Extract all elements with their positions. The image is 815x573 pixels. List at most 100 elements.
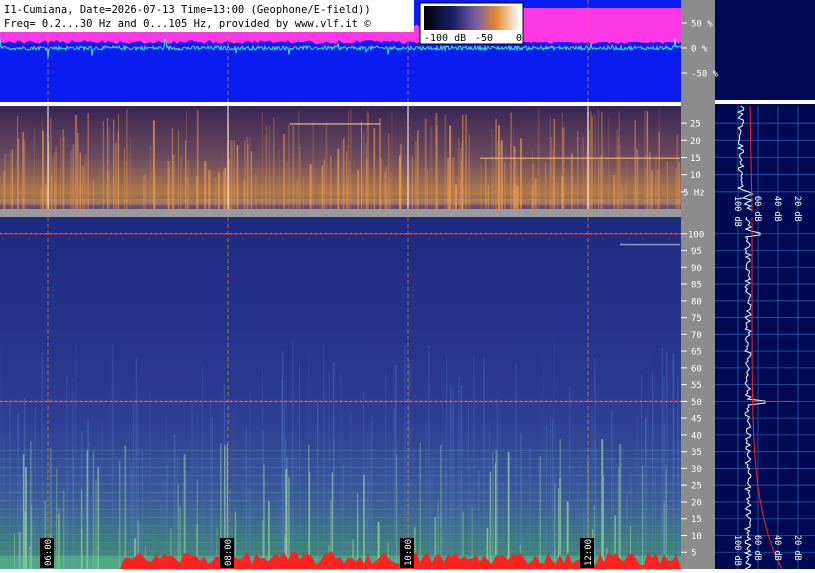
- spectrogram-streak: [297, 111, 300, 209]
- spectrogram-streak: [67, 471, 69, 569]
- high-freq-tick-label: 85: [691, 281, 702, 291]
- spectrogram-streak: [465, 114, 467, 209]
- spectrogram-streak: [652, 370, 654, 569]
- high-freq-tick-label: 65: [691, 348, 702, 358]
- spectrogram-streak: [608, 117, 610, 209]
- high-freq-tick-label: 55: [691, 381, 702, 391]
- spectrogram-streak: [107, 118, 108, 209]
- spectrogram-streak: [677, 376, 679, 569]
- spectrogram-streak: [347, 181, 348, 209]
- spectrogram-streak: [444, 114, 447, 209]
- spectrogram-streak: [9, 401, 11, 569]
- spectrogram-streak: [41, 352, 43, 569]
- spectrogram-streak: [197, 129, 199, 209]
- spectrogram-streak: [601, 112, 603, 209]
- spectrogram-streak: [478, 470, 480, 569]
- spectrogram-streak: [56, 468, 58, 569]
- profile-high-db-label: 100 dB: [732, 535, 742, 566]
- spectrogram-streak: [556, 181, 558, 209]
- spectrogram-streak: [521, 458, 522, 569]
- low-freq-tick-label: 5 Hz: [683, 188, 705, 198]
- spectrogram-streak: [665, 468, 667, 569]
- spectrogram-streak: [396, 454, 398, 569]
- spectrogram-streak: [500, 140, 503, 209]
- spectrogram-streak: [510, 112, 512, 209]
- colorbar-tick: 0: [516, 33, 522, 44]
- spectrogram-streak: [588, 184, 591, 209]
- spectrogram-streak: [72, 446, 74, 569]
- spectrogram-streak: [554, 131, 555, 209]
- spectrogram-harmonic: [0, 475, 681, 477]
- spectrogram-streak: [441, 368, 444, 569]
- spectrogram-harmonic: [0, 466, 681, 468]
- spectrogram-streak: [126, 109, 128, 209]
- high-freq-tick-label: 25: [691, 482, 702, 492]
- spectrogram-streak: [292, 125, 295, 209]
- spectrogram-streak: [287, 123, 290, 209]
- spectrogram-streak: [312, 122, 315, 209]
- high-freq-tick-label: 30: [691, 465, 702, 475]
- high-freq-tick-label: 35: [691, 448, 702, 458]
- spectrogram-streak: [616, 129, 618, 209]
- spectrogram-streak: [183, 454, 186, 569]
- spectrogram-streak: [563, 124, 565, 209]
- spectrogram-streak: [537, 109, 540, 209]
- spectrogram-harmonic: [0, 517, 681, 518]
- spectrogram-streak: [186, 110, 187, 209]
- high-freq-tick-label: 70: [691, 331, 702, 341]
- spectrogram-streak: [75, 344, 77, 569]
- spectrogram-streak: [428, 345, 430, 569]
- spectrogram-streak: [539, 456, 541, 569]
- high-freq-tick-label: 45: [691, 415, 702, 425]
- spectrogram-streak: [582, 137, 584, 209]
- spectrogram-streak: [171, 128, 173, 209]
- spectrogram-harmonic: [0, 525, 681, 527]
- spectrogram-streak: [574, 184, 576, 209]
- spectrogram-streak: [646, 111, 649, 209]
- spectrogram-streak: [569, 387, 571, 569]
- high-freq-tick-label: 100: [688, 230, 704, 240]
- spectrogram-streak: [440, 445, 442, 569]
- spectrogram-streak: [512, 186, 515, 209]
- profile-high-db-label: 20 dB: [792, 535, 802, 561]
- time-tick-label: 08:00: [224, 539, 234, 566]
- spectrogram-streak: [42, 116, 44, 209]
- spectrogram-streak: [452, 390, 454, 569]
- spectrogram-streak: [644, 110, 646, 209]
- spectrogram-streak: [268, 126, 271, 209]
- spectrogram-harmonic: [0, 458, 681, 460]
- profile-low-db-label: 20 dB: [792, 196, 802, 222]
- spectrogram-streak: [450, 388, 452, 569]
- spectrogram-streak: [487, 184, 489, 209]
- spectrogram-streak: [342, 463, 345, 569]
- high-freq-tick-label: 75: [691, 314, 702, 324]
- spectrogram-streak: [308, 472, 311, 569]
- spectrogram-streak: [283, 134, 285, 209]
- spectrogram-streak: [468, 134, 470, 209]
- spectrogram-harmonic: [0, 508, 681, 510]
- spectrogram-streak: [371, 414, 373, 569]
- spectrogram-harmonic: [0, 542, 681, 544]
- spectrogram-streak: [469, 461, 471, 569]
- spectrogram-streak: [489, 471, 492, 569]
- spectrogram-streak: [266, 125, 268, 209]
- spectrogram-streak: [551, 417, 554, 569]
- colorbar-gradient: [424, 6, 520, 30]
- spectrogram-harmonic: [0, 533, 681, 535]
- spectrogram-streak: [282, 351, 284, 569]
- spectrogram-streak: [129, 138, 132, 209]
- spectrogram-streak: [34, 127, 35, 209]
- spectrogram-streak: [425, 420, 427, 569]
- spectrogram-streak: [63, 137, 65, 209]
- spectrogram-streak: [499, 406, 501, 569]
- spectrogram-streak: [17, 115, 19, 209]
- spectrogram-streak: [230, 140, 233, 209]
- spectrogram-streak: [77, 132, 79, 209]
- waveform-envelope-burst: [520, 8, 681, 42]
- spectrogram-streak: [178, 130, 179, 209]
- spectrogram-figure: 50 %0 %-50 %252015105 Hz1009590858075706…: [0, 0, 815, 570]
- spectrogram-streak: [577, 131, 579, 209]
- spectrogram-streak: [444, 459, 447, 569]
- spectrogram-streak: [591, 116, 593, 209]
- high-freq-tick-label: 80: [691, 297, 702, 307]
